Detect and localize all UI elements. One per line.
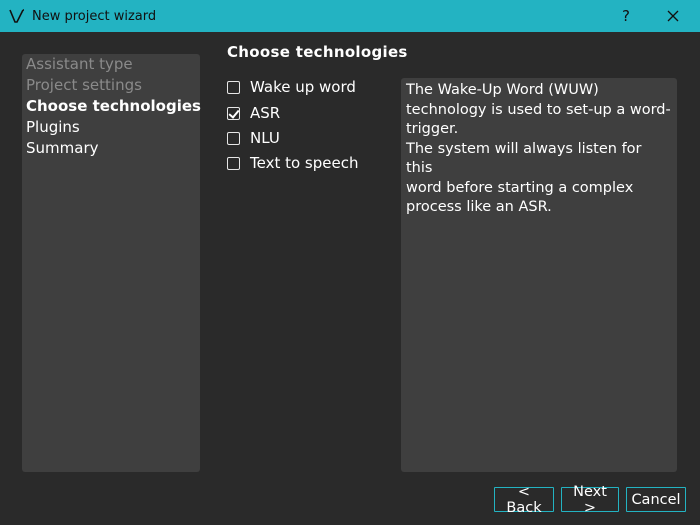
step-assistant-type: Assistant type <box>26 55 133 73</box>
next-button[interactable]: Next > <box>561 484 619 516</box>
option-asr[interactable]: ASR <box>227 102 280 124</box>
help-button[interactable]: ? <box>603 0 649 32</box>
option-wake-up-word[interactable]: Wake up word <box>227 76 356 98</box>
option-label: Wake up word <box>250 78 356 96</box>
close-icon <box>667 10 679 22</box>
back-button[interactable]: < Back <box>494 484 554 516</box>
description-text: The Wake-Up Word (WUW) technology is use… <box>406 82 671 215</box>
option-label: ASR <box>250 104 281 122</box>
option-text-to-speech[interactable]: Text to speech <box>227 152 358 174</box>
description-panel: The Wake-Up Word (WUW) technology is use… <box>401 78 677 472</box>
page-title: Choose technologies <box>227 43 408 61</box>
option-label: Text to speech <box>250 154 359 172</box>
app-logo-icon <box>4 0 30 32</box>
text-to-speech-checkbox[interactable] <box>227 156 240 170</box>
wake-up-word-checkbox[interactable] <box>227 80 240 94</box>
nlu-checkbox[interactable] <box>227 131 240 145</box>
wizard-body: Assistant type Project settings Choose t… <box>0 32 700 525</box>
window-title: New project wizard <box>32 8 157 24</box>
step-plugins: Plugins <box>26 118 80 136</box>
cancel-button[interactable]: Cancel <box>626 487 686 512</box>
step-choose-technologies: Choose technologies <box>26 97 201 115</box>
steps-panel: Assistant type Project settings Choose t… <box>22 54 201 472</box>
title-bar: New project wizard ? <box>0 0 700 32</box>
step-summary: Summary <box>26 139 99 157</box>
option-nlu[interactable]: NLU <box>227 127 280 149</box>
step-project-settings: Project settings <box>26 76 142 94</box>
option-label: NLU <box>250 129 280 147</box>
asr-checkbox[interactable] <box>227 106 240 120</box>
close-button[interactable] <box>650 0 696 32</box>
